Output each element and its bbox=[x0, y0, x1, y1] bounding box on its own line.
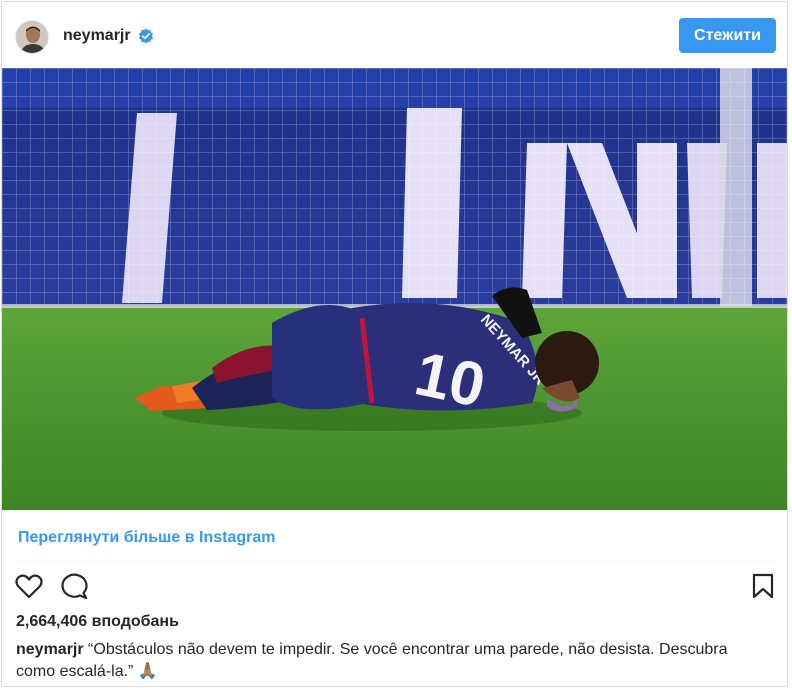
caption-text: “Obstáculos não devem te impedir. Se voc… bbox=[16, 641, 728, 680]
bookmark-icon[interactable] bbox=[748, 571, 778, 601]
likes-count[interactable]: 2,664,406 вподобань bbox=[16, 613, 179, 631]
post-header: neymarjr Стежити bbox=[2, 2, 787, 68]
photo-image: 10 NEYMAR JR bbox=[2, 68, 787, 510]
jersey-number: 10 bbox=[409, 339, 491, 421]
caption: neymarjr “Obstáculos não devem te impedi… bbox=[16, 639, 771, 683]
avatar-image bbox=[16, 21, 48, 53]
verified-badge-icon bbox=[139, 28, 153, 44]
follow-button[interactable]: Стежити bbox=[679, 18, 776, 53]
speech-bubble-icon[interactable] bbox=[59, 571, 89, 601]
username[interactable]: neymarjr bbox=[63, 27, 131, 45]
praying-hands-emoji: 🙏🏽 bbox=[137, 663, 158, 680]
divider bbox=[16, 561, 773, 562]
heart-outline-icon[interactable] bbox=[14, 571, 44, 601]
avatar[interactable] bbox=[15, 20, 49, 54]
caption-username[interactable]: neymarjr bbox=[16, 641, 84, 658]
view-more-link[interactable]: Переглянути більше в Instagram bbox=[18, 529, 275, 547]
instagram-embed-card: neymarjr Стежити 10 NEYMAR JR Переглянут… bbox=[1, 1, 788, 687]
post-photo[interactable]: 10 NEYMAR JR bbox=[2, 68, 787, 510]
